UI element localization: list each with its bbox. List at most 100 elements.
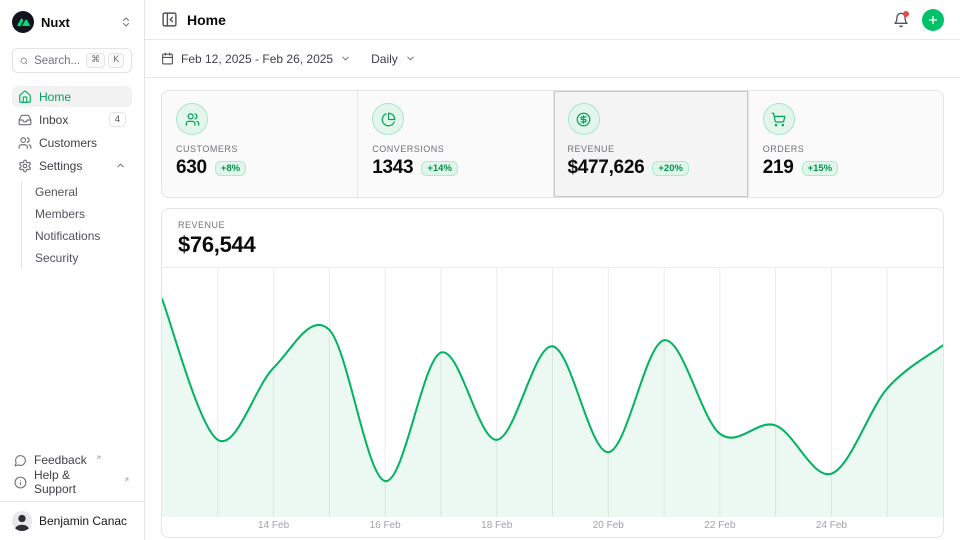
message-icon bbox=[14, 454, 27, 467]
feedback-label: Feedback bbox=[34, 453, 87, 467]
external-link-icon bbox=[95, 454, 102, 461]
chevron-down-icon bbox=[405, 53, 416, 64]
panel-left-close-icon bbox=[161, 11, 178, 28]
date-range-value: Feb 12, 2025 - Feb 26, 2025 bbox=[181, 52, 333, 66]
stat-label: Revenue bbox=[568, 144, 734, 154]
app-root: Nuxt Search... ⌘ K Home Inbox 4 Cu bbox=[0, 0, 960, 540]
stats-row: Customers 630 +8% Conversions 1343 +14% bbox=[161, 90, 944, 198]
sidebar-item-label: Home bbox=[39, 90, 71, 104]
gear-icon bbox=[18, 159, 32, 173]
x-tick-label: 14 Feb bbox=[258, 520, 289, 531]
stat-card-customers[interactable]: Customers 630 +8% bbox=[162, 91, 357, 197]
sidebar-item-security[interactable]: Security bbox=[22, 247, 132, 269]
workspace-switcher[interactable]: Nuxt bbox=[12, 8, 132, 36]
chevron-down-icon bbox=[340, 53, 351, 64]
sidebar-item-label: Inbox bbox=[39, 113, 68, 127]
chart-metric-label: Revenue bbox=[178, 220, 927, 230]
x-axis-labels: 14 Feb 16 Feb 18 Feb 20 Feb 22 Feb 24 Feb bbox=[162, 517, 943, 537]
granularity-value: Daily bbox=[371, 52, 398, 66]
dollar-icon bbox=[576, 112, 591, 127]
date-range-picker[interactable]: Feb 12, 2025 - Feb 26, 2025 bbox=[161, 52, 351, 66]
collapse-sidebar-button[interactable] bbox=[161, 11, 178, 28]
sidebar-item-home[interactable]: Home bbox=[12, 86, 132, 107]
pie-icon bbox=[381, 112, 396, 127]
x-tick-label: 24 Feb bbox=[816, 520, 847, 531]
info-icon bbox=[14, 476, 27, 489]
sidebar-item-notifications[interactable]: Notifications bbox=[22, 225, 132, 247]
filter-toolbar: Feb 12, 2025 - Feb 26, 2025 Daily bbox=[145, 40, 960, 78]
sidebar-item-members[interactable]: Members bbox=[22, 203, 132, 225]
cart-icon bbox=[771, 112, 786, 127]
search-input[interactable]: Search... ⌘ K bbox=[12, 48, 132, 73]
stat-value: $477,626 bbox=[568, 157, 645, 179]
user-name: Benjamin Canac bbox=[39, 514, 127, 528]
notification-dot bbox=[903, 11, 909, 17]
stat-card-orders[interactable]: Orders 219 +15% bbox=[748, 91, 943, 197]
stat-label: Conversions bbox=[372, 144, 538, 154]
settings-submenu: General Members Notifications Security bbox=[21, 181, 132, 269]
sub-item-label: Security bbox=[35, 251, 78, 265]
sidebar-item-inbox[interactable]: Inbox 4 bbox=[12, 109, 132, 130]
sidebar-item-label: Settings bbox=[39, 159, 82, 173]
sub-item-label: Members bbox=[35, 207, 85, 221]
stat-value: 630 bbox=[176, 157, 207, 179]
inbox-count-badge: 4 bbox=[109, 112, 126, 127]
chart-plot-area[interactable] bbox=[162, 268, 943, 517]
notifications-button[interactable] bbox=[893, 12, 909, 28]
header-actions bbox=[893, 9, 944, 31]
inbox-icon bbox=[18, 113, 32, 127]
sidebar-divider bbox=[0, 501, 144, 502]
stat-value: 219 bbox=[763, 157, 794, 179]
revenue-chart-svg bbox=[162, 268, 943, 517]
calendar-icon bbox=[161, 52, 174, 65]
help-support-link[interactable]: Help & Support bbox=[12, 471, 132, 493]
granularity-select[interactable]: Daily bbox=[371, 52, 416, 66]
x-tick-label: 20 Feb bbox=[593, 520, 624, 531]
plus-icon bbox=[927, 14, 939, 26]
sidebar-nav: Home Inbox 4 Customers Settings General … bbox=[12, 86, 132, 269]
home-icon bbox=[18, 90, 32, 104]
sidebar-item-settings[interactable]: Settings bbox=[12, 155, 132, 176]
x-tick-label: 16 Feb bbox=[370, 520, 401, 531]
kbd-k: K bbox=[108, 53, 124, 68]
search-icon bbox=[20, 55, 28, 67]
main-area: Home Feb 12, 2025 - Feb 26, 2025 Daily bbox=[145, 0, 960, 540]
chart-metric-value: $76,544 bbox=[178, 232, 927, 258]
sub-item-label: General bbox=[35, 185, 78, 199]
users-icon bbox=[18, 136, 32, 150]
chart-header: Revenue $76,544 bbox=[162, 209, 943, 268]
stat-value: 1343 bbox=[372, 157, 413, 179]
help-support-label: Help & Support bbox=[34, 468, 115, 496]
search-shortcut: ⌘ K bbox=[86, 53, 124, 68]
sub-item-label: Notifications bbox=[35, 229, 100, 243]
sidebar-item-label: Customers bbox=[39, 136, 97, 150]
user-menu[interactable]: Benjamin Canac bbox=[12, 508, 132, 534]
users-icon bbox=[185, 112, 200, 127]
stat-delta-badge: +20% bbox=[652, 161, 689, 176]
stat-label: Orders bbox=[763, 144, 929, 154]
stat-card-conversions[interactable]: Conversions 1343 +14% bbox=[357, 91, 552, 197]
dashboard-content: Customers 630 +8% Conversions 1343 +14% bbox=[145, 78, 960, 540]
revenue-chart-card: Revenue $76,544 14 Feb 16 Feb 18 Feb 20 Feb… bbox=[161, 208, 944, 538]
stat-label: Customers bbox=[176, 144, 343, 154]
chevron-up-icon bbox=[115, 160, 126, 171]
chevrons-up-down-icon bbox=[120, 16, 132, 28]
add-button[interactable] bbox=[922, 9, 944, 31]
kbd-cmd: ⌘ bbox=[86, 53, 105, 68]
external-link-icon bbox=[123, 476, 130, 483]
stat-delta-badge: +15% bbox=[802, 161, 839, 176]
stat-delta-badge: +8% bbox=[215, 161, 246, 176]
x-tick-label: 22 Feb bbox=[704, 520, 735, 531]
workspace-name: Nuxt bbox=[41, 15, 113, 30]
x-tick-label: 18 Feb bbox=[481, 520, 512, 531]
page-title: Home bbox=[187, 12, 226, 28]
stat-card-revenue[interactable]: Revenue $477,626 +20% bbox=[553, 91, 748, 197]
nuxt-logo-icon bbox=[12, 11, 34, 33]
stat-delta-badge: +14% bbox=[421, 161, 458, 176]
search-placeholder: Search... bbox=[34, 55, 80, 67]
sidebar-spacer bbox=[12, 269, 132, 449]
avatar bbox=[12, 511, 32, 531]
sidebar: Nuxt Search... ⌘ K Home Inbox 4 Cu bbox=[0, 0, 145, 540]
sidebar-item-general[interactable]: General bbox=[22, 181, 132, 203]
sidebar-item-customers[interactable]: Customers bbox=[12, 132, 132, 153]
